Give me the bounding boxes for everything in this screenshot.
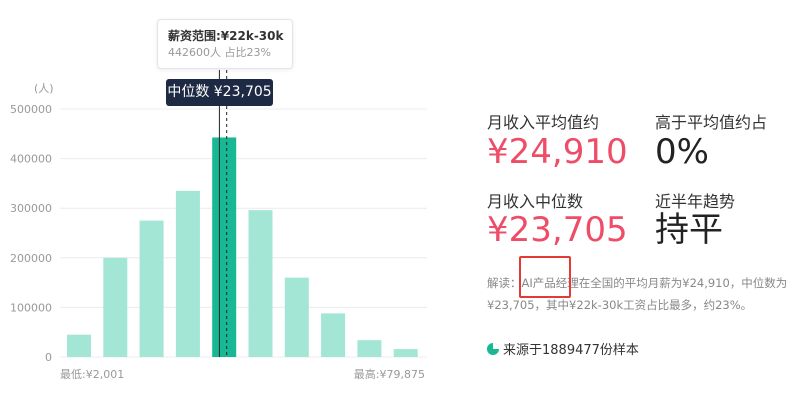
avg-label: 月收入平均值约 <box>487 113 600 132</box>
y-tick-label: 200000 <box>10 252 52 265</box>
y-tick-label: 0 <box>45 351 52 364</box>
median-label: 中位数 ¥23,705 <box>166 79 273 106</box>
y-tick-label: 100000 <box>10 301 52 314</box>
above-avg-label: 高于平均值约占 <box>655 113 768 132</box>
histogram-bar-5[interactable] <box>212 137 237 357</box>
sample-source: 来源于1889477份样本 <box>487 339 639 358</box>
histogram-bar-8[interactable] <box>321 313 346 357</box>
y-tick-label: 400000 <box>10 153 52 166</box>
histogram-bar-6[interactable] <box>248 210 273 357</box>
pie-chart-icon <box>487 343 499 355</box>
x-axis-max-label: 最高:¥79,875 <box>354 367 425 381</box>
histogram-bar-9[interactable] <box>357 340 382 357</box>
highlight-box <box>519 256 571 298</box>
histogram-bar-2[interactable] <box>103 257 128 357</box>
median-stat-label: 月收入中位数 <box>487 192 584 211</box>
y-axis-unit: (人) <box>34 82 54 95</box>
x-axis-min-label: 最低:¥2,001 <box>60 368 124 381</box>
above-avg-value: 0% <box>655 132 709 172</box>
histogram-bar-7[interactable] <box>284 277 309 357</box>
histogram-bar-1[interactable] <box>67 334 91 357</box>
stats-panel: 月收入平均值约 ¥24,910 高于平均值约占 0% 月收入中位数 ¥23,70… <box>487 0 801 400</box>
tooltip-detail: 442600人 占比23% <box>168 46 271 59</box>
y-tick-label: 500000 <box>10 103 52 116</box>
trend-label: 近半年趋势 <box>655 192 736 211</box>
trend-value: 持平 <box>655 210 723 250</box>
avg-value: ¥24,910 <box>487 132 628 172</box>
sample-source-text: 来源于1889477份样本 <box>503 343 639 358</box>
histogram-bar-3[interactable] <box>139 220 164 357</box>
median-stat-value: ¥23,705 <box>487 210 628 250</box>
tooltip-title: 薪资范围:¥22k-30k <box>168 29 284 43</box>
histogram-bar-4[interactable] <box>175 190 200 357</box>
histogram-bar-10[interactable] <box>393 349 418 357</box>
bar-tooltip: 薪资范围:¥22k-30k 442600人 占比23% <box>157 19 293 69</box>
y-tick-label: 300000 <box>10 202 52 215</box>
